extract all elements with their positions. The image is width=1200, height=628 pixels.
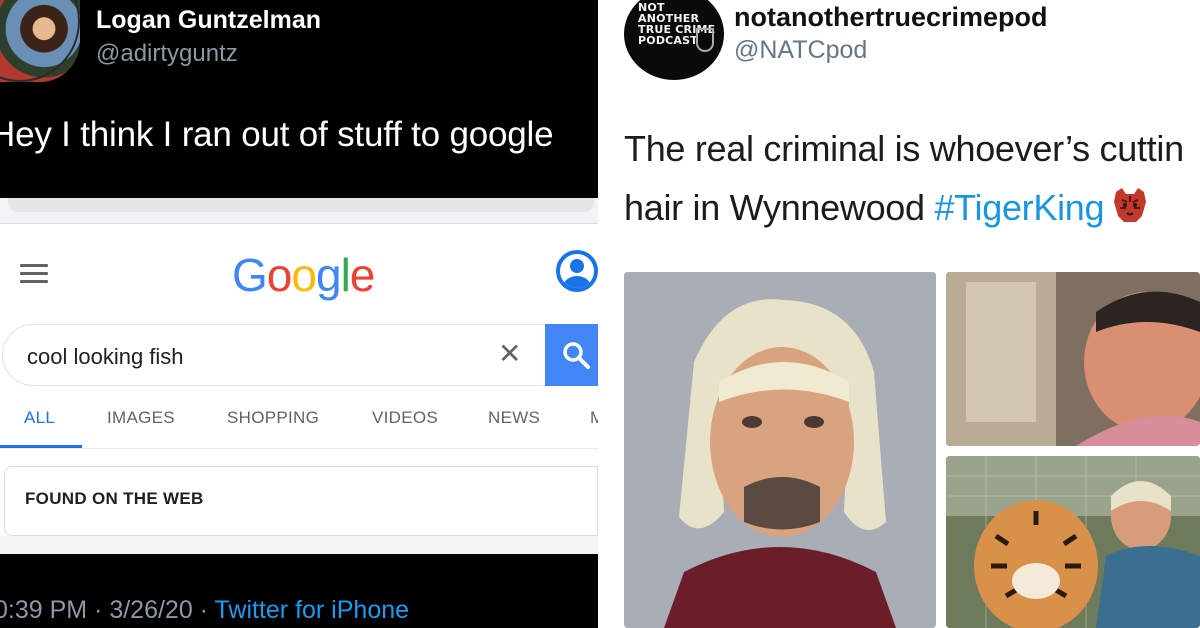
left-tweet-panel: Logan Guntzelman @adirtyguntz Hey I thin… — [0, 0, 598, 628]
user-avatar[interactable] — [0, 0, 80, 82]
search-input[interactable]: cool looking fish ✕ — [2, 324, 562, 386]
google-logo-letter: o — [291, 249, 317, 301]
account-icon[interactable] — [556, 250, 598, 292]
tweet-text-prefix: hair in Wynnewood — [624, 187, 935, 228]
browser-top-strip — [0, 198, 598, 224]
tab-more[interactable]: M — [590, 408, 598, 428]
user-handle[interactable]: @adirtyguntz — [96, 40, 238, 68]
tiger-photo[interactable] — [946, 456, 1200, 628]
tweet-text-line-2: hair in Wynnewood #TigerKing — [624, 186, 1150, 229]
user-display-name[interactable]: Logan Guntzelman — [96, 6, 321, 35]
google-screenshot: Google cool looking fish ✕ ALL IMAGES SH… — [0, 198, 598, 554]
tab-all[interactable]: ALL — [24, 408, 55, 428]
tab-images[interactable]: IMAGES — [107, 408, 175, 428]
tweet-footer: 0:39 PM · 3/26/20 · Twitter for iPhone — [0, 596, 409, 625]
google-logo-letter: g — [315, 249, 342, 301]
tabs-divider — [0, 448, 598, 449]
google-logo-letter: o — [266, 249, 293, 301]
search-query-text: cool looking fish — [27, 344, 184, 369]
tweet-text-line-1: The real criminal is whoever’s cuttin — [624, 128, 1184, 169]
found-on-web-title: FOUND ON THE WEB — [25, 489, 204, 508]
tweet-timestamp[interactable]: 0:39 PM · 3/26/20 · — [0, 596, 215, 624]
clear-search-icon[interactable]: ✕ — [498, 337, 521, 370]
right-tweet-panel: NOT ANOTHER TRUE CRIME PODCAST notanothe… — [604, 0, 1200, 628]
hamburger-menu-icon[interactable] — [20, 264, 48, 284]
tab-videos[interactable]: VIDEOS — [372, 408, 438, 428]
bald-man-photo[interactable] — [946, 272, 1200, 446]
google-logo-letter: e — [349, 249, 376, 301]
search-tabs: ALL IMAGES SHOPPING VIDEOS NEWS M — [0, 408, 598, 448]
podcast-handle[interactable]: @NATCpod — [734, 36, 867, 65]
tab-news[interactable]: NEWS — [488, 408, 540, 428]
podcast-avatar[interactable]: NOT ANOTHER TRUE CRIME PODCAST — [624, 0, 724, 80]
google-logo-letter: l — [340, 249, 351, 301]
podcast-display-name[interactable]: notanothertruecrimepod — [734, 2, 1048, 33]
google-logo-letter: G — [232, 249, 268, 301]
hashtag-link[interactable]: #TigerKing — [934, 187, 1104, 228]
wine-glass-icon — [696, 28, 714, 52]
search-icon — [563, 342, 590, 369]
tweet-text: Hey I think I ran out of stuff to google — [0, 115, 554, 154]
avatar-text-line: PODCAST — [638, 34, 698, 47]
results-background — [0, 536, 598, 554]
tiger-face-icon — [1114, 188, 1147, 222]
tweet-source-link[interactable]: Twitter for iPhone — [215, 596, 410, 624]
google-logo[interactable]: Google — [232, 248, 376, 302]
search-button[interactable] — [545, 324, 598, 386]
mugshot-photo[interactable] — [624, 272, 936, 628]
found-on-web-card[interactable]: FOUND ON THE WEB — [4, 466, 598, 536]
tab-shopping[interactable]: SHOPPING — [227, 408, 319, 428]
